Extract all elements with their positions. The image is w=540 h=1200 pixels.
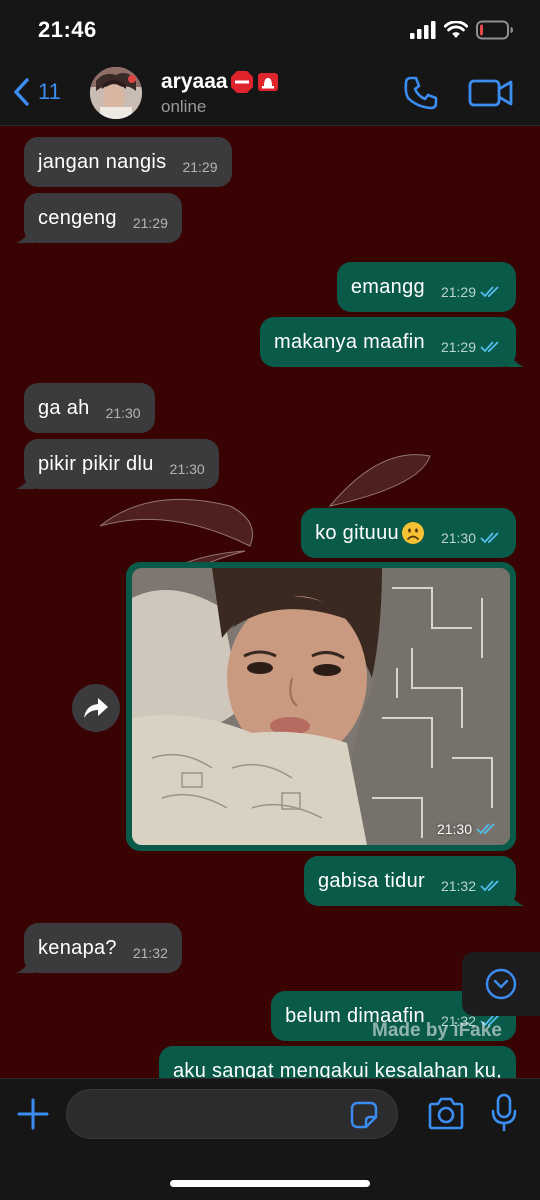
voice-call-button[interactable] bbox=[402, 74, 440, 112]
message-text: pikir pikir dlu bbox=[38, 452, 154, 475]
forward-button[interactable] bbox=[72, 684, 120, 732]
bubble-tail bbox=[16, 955, 34, 973]
phone-icon bbox=[404, 76, 438, 110]
chevron-down-circle-icon bbox=[485, 968, 517, 1000]
read-receipt-icon bbox=[480, 880, 499, 892]
message-time: 21:29 bbox=[182, 159, 218, 175]
stop-sign-icon bbox=[230, 71, 253, 93]
sticker-button[interactable] bbox=[350, 1101, 378, 1129]
status-time: 21:46 bbox=[38, 17, 97, 42]
unread-chats-count: 11 bbox=[38, 79, 61, 104]
contact-name-text: aryaaa bbox=[161, 70, 228, 93]
message-bubble-outgoing[interactable]: emangg 21:29 bbox=[336, 262, 516, 312]
wifi-icon bbox=[444, 21, 468, 38]
message-text: jangan nangis bbox=[38, 150, 167, 173]
contact-name[interactable]: aryaaa bbox=[161, 70, 280, 94]
microphone-icon bbox=[491, 1093, 517, 1132]
avatar[interactable] bbox=[90, 67, 142, 119]
message-text: aku sangat mengakui kesalahan ku, bbox=[172, 1059, 502, 1079]
message-bubble-incoming[interactable]: jangan nangis 21:29 bbox=[24, 137, 232, 187]
message-time: 21:30 bbox=[440, 530, 476, 546]
attach-button[interactable] bbox=[16, 1097, 50, 1131]
message-time: 21:32 bbox=[132, 945, 168, 961]
message-time: 21:29 bbox=[440, 284, 476, 300]
photo-time: 21:30 bbox=[437, 821, 498, 837]
read-receipt-icon bbox=[480, 341, 499, 353]
message-time: 21:32 bbox=[440, 878, 476, 894]
avatar-photo bbox=[90, 67, 142, 119]
cellular-signal-icon bbox=[410, 21, 436, 39]
message-time: 21:30 bbox=[169, 461, 205, 477]
scroll-to-bottom-button[interactable] bbox=[462, 952, 540, 1016]
siren-icon bbox=[257, 73, 278, 91]
contact-status: online bbox=[161, 97, 207, 116]
message-bubble-outgoing[interactable]: ko gituuu 21:30 bbox=[301, 508, 516, 558]
chat-header: 11 aryaaa online bbox=[0, 58, 540, 126]
bubble-tail bbox=[16, 471, 34, 489]
message-bubble-incoming[interactable]: kenapa? 21:32 bbox=[16, 923, 182, 973]
video-camera-icon bbox=[468, 79, 513, 107]
message-photo[interactable]: 21:30 bbox=[132, 568, 510, 845]
message-bubble-outgoing[interactable]: aku sangat mengakui kesalahan ku, bbox=[158, 1046, 516, 1079]
photo-message[interactable]: 21:30 bbox=[126, 562, 516, 851]
watermark: Made by iFake bbox=[372, 1020, 502, 1041]
bubble-tail bbox=[506, 888, 524, 906]
message-text: cengeng bbox=[38, 206, 117, 229]
video-call-button[interactable] bbox=[468, 76, 514, 110]
photo-image bbox=[132, 568, 510, 845]
camera-icon bbox=[428, 1097, 464, 1130]
message-bubble-incoming[interactable]: cengeng 21:29 bbox=[16, 193, 182, 243]
frowning-face-icon bbox=[401, 522, 424, 544]
message-bubble-outgoing[interactable]: gabisa tidur 21:32 bbox=[303, 856, 524, 906]
bubble-tail bbox=[506, 349, 524, 367]
status-icons bbox=[410, 19, 514, 41]
back-button[interactable]: 11 bbox=[12, 74, 61, 110]
home-indicator[interactable] bbox=[170, 1180, 370, 1187]
message-text: makanya maafin bbox=[274, 330, 425, 353]
message-time: 21:30 bbox=[105, 405, 141, 421]
read-receipt-icon bbox=[480, 532, 499, 544]
message-bubble-outgoing[interactable]: makanya maafin 21:29 bbox=[260, 317, 524, 367]
message-text: ko gituuu bbox=[315, 521, 399, 544]
battery-icon bbox=[476, 20, 513, 40]
status-bar: 21:46 bbox=[0, 0, 540, 58]
message-time: 21:29 bbox=[440, 339, 476, 355]
message-text: ga ah bbox=[38, 396, 90, 419]
sticker-icon bbox=[350, 1101, 378, 1129]
input-bar bbox=[0, 1078, 540, 1200]
message-bubble-incoming[interactable]: pikir pikir dlu 21:30 bbox=[16, 439, 219, 489]
bubble-tail bbox=[16, 225, 34, 243]
chat-area[interactable]: jangan nangis 21:29 cengeng 21:29 emangg… bbox=[0, 126, 540, 1078]
message-input[interactable] bbox=[66, 1089, 398, 1139]
forward-arrow-icon bbox=[84, 698, 108, 718]
message-time: 21:29 bbox=[132, 215, 168, 231]
message-text: emangg bbox=[350, 275, 425, 298]
camera-button[interactable] bbox=[426, 1097, 466, 1131]
read-receipt-icon bbox=[480, 286, 499, 298]
message-bubble-incoming[interactable]: ga ah 21:30 bbox=[24, 383, 155, 433]
message-text: gabisa tidur bbox=[317, 869, 425, 892]
plus-icon bbox=[17, 1098, 49, 1130]
read-receipt-icon bbox=[476, 823, 495, 835]
microphone-button[interactable] bbox=[490, 1093, 518, 1133]
message-time: 21:30 bbox=[436, 821, 472, 837]
message-text: kenapa? bbox=[38, 936, 117, 959]
chevron-left-icon bbox=[14, 78, 29, 106]
